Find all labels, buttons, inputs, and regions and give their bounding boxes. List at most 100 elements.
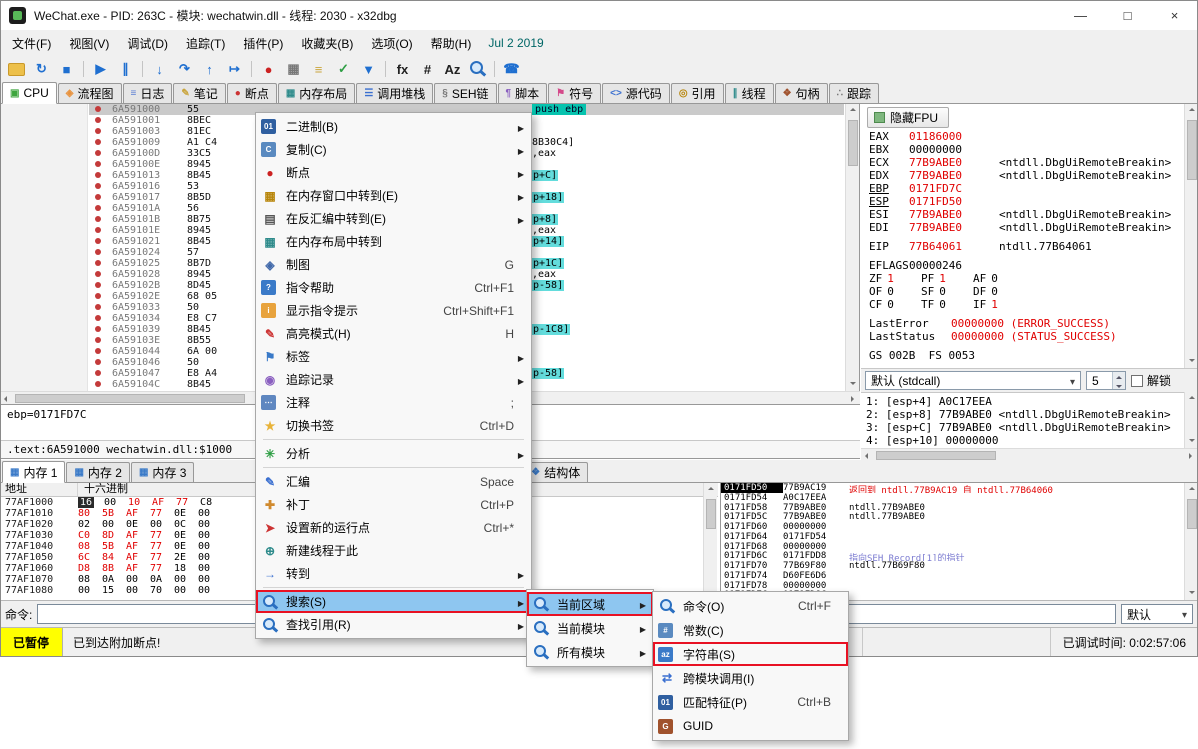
menu-label[interactable]: ⚑ 标签 (256, 345, 531, 368)
register-row[interactable]: ESI77B9ABE0<ntdll.DbgUiRemoteBreakin> (869, 208, 1180, 221)
breakpoint-dot-icon[interactable] (95, 326, 101, 332)
tab-graph[interactable]: ◈ 流程图 (58, 83, 122, 103)
hex-byte[interactable]: 0E (174, 530, 198, 541)
flag-value[interactable]: 1 (991, 298, 998, 311)
flags-row[interactable]: OF0SF0DF0 (869, 285, 1180, 298)
stack-row[interactable]: 0171FD6C 0171FDD8 指向SEH_Record[1]的指针 (721, 551, 1198, 561)
menu-comment[interactable]: ⋯ 注释 ; (256, 391, 531, 414)
menu-goto-dump[interactable]: ▦ 在内存窗口中转到(E) (256, 184, 531, 207)
register-value[interactable]: 77B9ABE0 (909, 221, 971, 234)
register-row[interactable]: EDI77B9ABE0<ntdll.DbgUiRemoteBreakin> (869, 221, 1180, 234)
breakpoint-dot-icon[interactable] (95, 271, 101, 277)
breakpoint-dot-icon[interactable] (95, 205, 101, 211)
breakpoint-dot-icon[interactable] (95, 348, 101, 354)
menu-set-new-origin[interactable]: ➤ 设置新的运行点 Ctrl+* (256, 516, 531, 539)
menu-debug[interactable]: 调试(D) (118, 31, 177, 56)
tab-symbols[interactable]: ⚑ 符号 (548, 83, 601, 103)
menu-search[interactable]: 搜索(S) (256, 590, 531, 613)
hex-byte[interactable]: AF (126, 563, 150, 574)
breakpoint-dot-icon[interactable] (95, 117, 101, 123)
tab-references[interactable]: ◎ 引用 (671, 83, 724, 103)
step-over-icon[interactable]: ↷ (172, 58, 197, 80)
register-value[interactable]: 00000000 (909, 143, 971, 156)
hex-byte[interactable]: 77 (150, 541, 174, 552)
menu-search-intermodular-calls[interactable]: ⇄ 跨模块调用(I) (653, 666, 848, 690)
hex-byte[interactable]: 08 (78, 541, 102, 552)
menu-show-tooltips[interactable]: i 显示指令提示 Ctrl+Shift+F1 (256, 299, 531, 322)
stack-row[interactable]: 0171FD74 D60FE6D6 (721, 571, 1198, 581)
hex-byte[interactable]: 00 (198, 541, 222, 552)
argument-row[interactable]: 4: [esp+10] 00000000 (866, 434, 1179, 447)
tab-log[interactable]: ≡ 日志 (123, 83, 173, 103)
menu-plugins[interactable]: 插件(P) (234, 31, 292, 56)
stack-row[interactable]: 0171FD5C 77B9ABE0 ntdll.77B9ABE0 (721, 512, 1198, 522)
tab-dump-3[interactable]: ▦ 内存 3 (131, 462, 194, 482)
menu-favourites[interactable]: 收藏夹(B) (292, 31, 362, 56)
scrollbar-thumb[interactable] (15, 394, 245, 403)
flag-value[interactable]: 0 (887, 285, 894, 298)
breakpoint-dot-icon[interactable] (95, 370, 101, 376)
hex-byte[interactable]: 77 (150, 552, 174, 563)
last-error-row[interactable]: LastError00000000 (ERROR_SUCCESS) (869, 317, 1180, 330)
menu-copy[interactable]: C 复制(C) (256, 138, 531, 161)
breakpoint-dot-icon[interactable] (95, 293, 101, 299)
fx-icon[interactable]: fx (390, 58, 415, 80)
stack-row[interactable]: 0171FD58 77B9ABE0 ntdll.77B9ABE0 (721, 503, 1198, 513)
breakpoint-dot-icon[interactable] (95, 161, 101, 167)
attach-phone-icon[interactable]: ☎ (499, 58, 524, 80)
menu-graph[interactable]: ◈ 制图 G (256, 253, 531, 276)
menu-options[interactable]: 选项(O) (362, 31, 421, 56)
hex-byte[interactable]: 00 (198, 585, 222, 596)
tab-dump-2[interactable]: ▦ 内存 2 (66, 462, 129, 482)
argument-row[interactable]: 2: [esp+8] 77B9ABE0 <ntdll.DbgUiRemoteBr… (866, 408, 1179, 421)
flag-value[interactable]: 1 (939, 272, 946, 285)
hide-fpu-button[interactable]: 隐藏FPU (867, 107, 949, 128)
register-value[interactable]: 77B9ABE0 (909, 169, 971, 182)
breakpoint-dot-icon[interactable] (95, 183, 101, 189)
hex-byte[interactable]: 0C (174, 519, 198, 530)
flag-value[interactable]: 0 (991, 272, 998, 285)
hex-byte[interactable]: 8D (102, 530, 126, 541)
flag-value[interactable]: 1 (887, 272, 894, 285)
hex-byte[interactable]: 18 (174, 563, 198, 574)
breakpoint-dot-icon[interactable] (95, 315, 101, 321)
tab-seh[interactable]: § SEH链 (434, 83, 496, 103)
menu-toggle-bookmark[interactable]: ★ 切换书签 Ctrl+D (256, 414, 531, 437)
hex-byte[interactable]: C0 (78, 530, 102, 541)
memory-map-toolbar-icon[interactable]: ▦ (281, 58, 306, 80)
hex-byte[interactable]: 5B (102, 508, 126, 519)
menu-help[interactable]: 帮助(H) (422, 31, 481, 56)
menu-search-command[interactable]: 命令(O) Ctrl+F (653, 594, 848, 618)
hex-byte[interactable]: 00 (102, 519, 126, 530)
scroll-right-icon[interactable] (1185, 449, 1198, 460)
menu-binary[interactable]: 01 二进制(B) (256, 115, 531, 138)
register-row[interactable]: EIP77B64061ntdll.77B64061 (869, 240, 1180, 253)
menu-trace[interactable]: 追踪(T) (177, 31, 234, 56)
breakpoint-dot-icon[interactable] (95, 282, 101, 288)
hex-byte[interactable]: 02 (78, 519, 102, 530)
hex-byte[interactable]: 00 (174, 585, 198, 596)
save-database-icon[interactable]: ▼ (356, 58, 381, 80)
flag-value[interactable]: 0 (887, 298, 894, 311)
hex-byte[interactable]: 84 (102, 552, 126, 563)
hex-byte[interactable]: 00 (150, 519, 174, 530)
dump-scrollbar[interactable] (703, 483, 717, 600)
menu-analysis[interactable]: ✳ 分析 (256, 442, 531, 465)
argument-row[interactable]: 3: [esp+C] 77B9ABE0 <ntdll.DbgUiRemoteBr… (866, 421, 1179, 434)
arguments-horizontal-scrollbar[interactable] (861, 448, 1198, 460)
spinner-arrows[interactable] (1112, 372, 1125, 389)
hex-byte[interactable]: D8 (78, 563, 102, 574)
hex-byte[interactable]: AF (152, 497, 176, 508)
menu-goto[interactable]: → 转到 (256, 562, 531, 585)
scroll-down-icon[interactable] (1185, 587, 1198, 600)
hex-byte[interactable]: 00 (198, 530, 222, 541)
hex-byte[interactable]: 6C (78, 552, 102, 563)
run-icon[interactable]: ▶ (88, 58, 113, 80)
register-row[interactable]: EDX77B9ABE0<ntdll.DbgUiRemoteBreakin> (869, 169, 1180, 182)
shield-check-icon[interactable]: ✓ (331, 58, 356, 80)
menu-search-all-modules[interactable]: 所有模块 (527, 640, 653, 664)
stack-row[interactable]: 0171FD50 77B9AC19 返回到 ntdll.77B9AC19 自 n… (721, 483, 1198, 493)
scroll-up-icon[interactable] (704, 483, 717, 496)
stack-row[interactable]: 0171FD68 00000000 (721, 542, 1198, 552)
scroll-down-icon[interactable] (1185, 435, 1198, 448)
